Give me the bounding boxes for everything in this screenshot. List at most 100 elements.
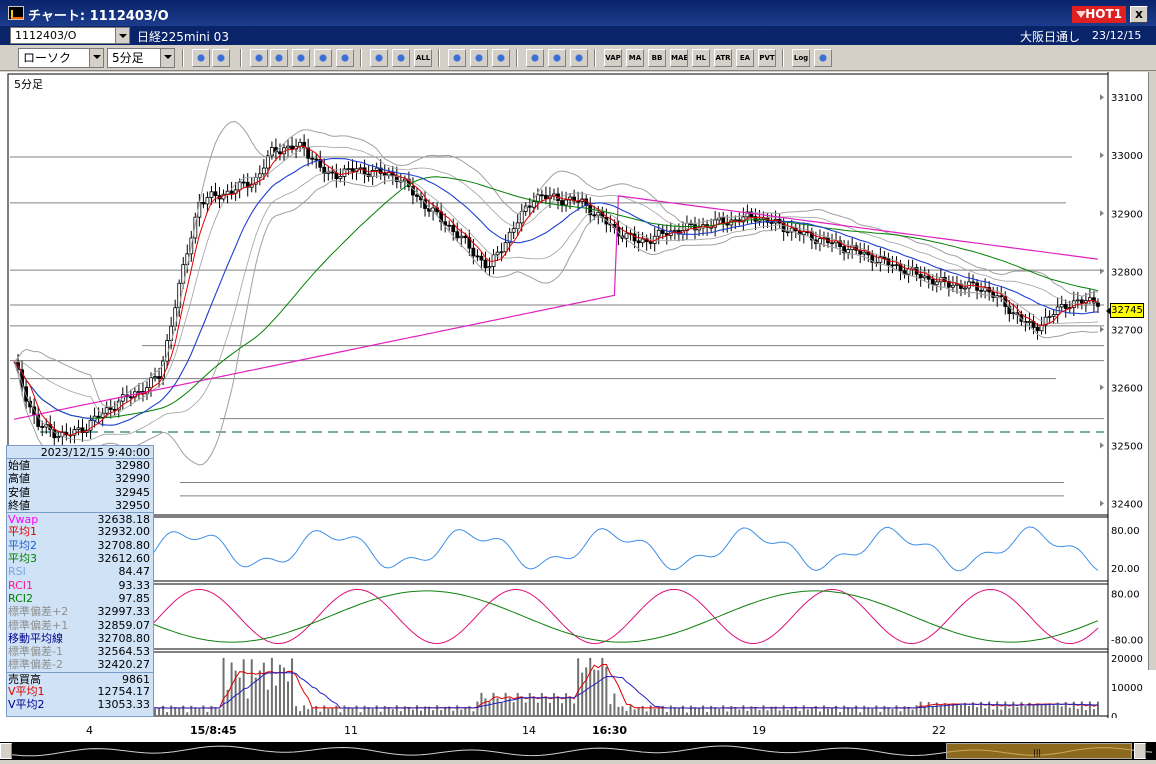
chart-canvas[interactable]: 5分足 33100 33000 32900 32800 32700 32600 32500 32… <box>0 72 1156 760</box>
volume-bar <box>182 705 185 716</box>
all-icon[interactable]: ALL <box>414 49 432 67</box>
candle-body <box>640 238 645 244</box>
volume-bar <box>685 712 688 716</box>
chart-area[interactable]: 5分足 33100 33000 32900 32800 32700 32600 32500 32… <box>0 72 1156 760</box>
wrench-icon[interactable] <box>548 49 566 67</box>
log-icon[interactable]: Log <box>792 49 810 67</box>
candle-body <box>1011 312 1016 315</box>
volume-bar <box>299 711 302 716</box>
volume-bar <box>250 659 253 716</box>
pointer-icon[interactable] <box>470 49 488 67</box>
pvt-icon[interactable]: PVT <box>758 49 776 67</box>
data-row-label: 売買高 <box>8 672 41 686</box>
volume-bar <box>492 692 495 716</box>
volume-bar <box>734 707 737 716</box>
volume-bar <box>395 705 398 716</box>
scroller-thumb[interactable]: ||| <box>946 743 1132 759</box>
data-row-label: Vwap <box>8 513 39 527</box>
magnify-icon[interactable] <box>270 49 288 67</box>
volume-bar <box>319 711 322 716</box>
export-icon[interactable] <box>814 49 832 67</box>
crosshair-icon[interactable] <box>212 49 230 67</box>
overview-scroller[interactable]: ||| <box>0 742 1156 760</box>
volume-bar <box>1060 706 1063 716</box>
hot-button[interactable]: HOT1 <box>1072 6 1126 23</box>
volume-bar <box>202 705 205 716</box>
candle-body <box>1079 299 1084 304</box>
chevron-down-icon[interactable] <box>89 49 103 67</box>
volume-bar <box>488 701 491 716</box>
volume-bar <box>174 708 177 716</box>
scroll-right-button[interactable] <box>1134 743 1146 759</box>
volume-bar <box>375 705 378 716</box>
close-button[interactable]: x <box>1130 6 1148 23</box>
volume-tick-label: 10000 <box>1111 683 1143 694</box>
volume-bar <box>702 705 705 716</box>
candle-body <box>890 264 895 267</box>
volume-bar <box>959 704 962 716</box>
data-row-label: RSI <box>8 565 26 579</box>
volume-bar <box>915 705 918 716</box>
palette-icon[interactable] <box>570 49 588 67</box>
volume-bar <box>557 697 559 716</box>
volume-bar <box>931 706 934 716</box>
drag-icon[interactable] <box>250 49 268 67</box>
symbol-code: 1112403/O <box>15 29 77 42</box>
split-icon[interactable] <box>314 49 332 67</box>
volume-bar <box>738 709 741 716</box>
data-row: 移動平均線 32708.80 <box>7 632 153 645</box>
volume-bar <box>1068 707 1071 716</box>
candle-icon[interactable] <box>370 49 388 67</box>
bb-icon[interactable]: BB <box>648 49 666 67</box>
candle-body <box>451 225 456 233</box>
zoom-icon[interactable] <box>192 49 210 67</box>
volume-bar <box>544 697 547 716</box>
atr-icon[interactable]: ATR <box>714 49 732 67</box>
hl-icon[interactable]: HL <box>692 49 710 67</box>
volume-bar <box>923 707 926 716</box>
data-row-value: 32564.53 <box>97 645 151 659</box>
ea-icon[interactable]: EA <box>736 49 754 67</box>
volume-bar <box>198 708 201 716</box>
mae-icon[interactable]: MAE <box>670 49 688 67</box>
candle-body <box>402 178 407 182</box>
chevron-down-icon[interactable] <box>160 49 174 67</box>
volume-bar <box>613 693 616 716</box>
symbol-select[interactable]: 1112403/O <box>10 27 130 44</box>
volume-bar <box>879 711 882 716</box>
grip-icon: ||| <box>1033 748 1042 757</box>
ma-icon[interactable]: MA <box>626 49 644 67</box>
data-window: 2023/12/15 9:40:00 始値 32980 高値 32990 安値 32945… <box>6 445 154 717</box>
candle-body <box>298 141 303 147</box>
scroll-left-button[interactable] <box>0 743 12 759</box>
period-select[interactable]: 5分足 <box>107 48 175 68</box>
candle2-icon[interactable] <box>392 49 410 67</box>
volume-bar <box>1044 704 1047 716</box>
vap-icon[interactable]: VAP <box>604 49 622 67</box>
candle-body <box>471 247 476 257</box>
vertical-scrollbar[interactable] <box>1148 72 1156 670</box>
volume-bar <box>895 705 898 716</box>
volume-bar <box>996 701 999 716</box>
data-row: 高値 32990 <box>7 472 153 485</box>
chart-icon[interactable] <box>292 49 310 67</box>
volume-bar <box>222 657 225 716</box>
data-row-value: 84.47 <box>118 565 151 579</box>
candle-body <box>955 283 959 286</box>
candle-body <box>725 223 730 226</box>
pen-icon[interactable] <box>448 49 466 67</box>
volume-bar <box>331 707 334 716</box>
candle-body <box>153 376 157 379</box>
info-icon[interactable] <box>336 49 354 67</box>
volume-bar <box>1076 708 1079 716</box>
chevron-down-icon[interactable] <box>115 28 129 43</box>
volume-bar <box>839 712 842 716</box>
gear-icon[interactable] <box>526 49 544 67</box>
volume-bar <box>335 705 338 716</box>
volume-bar <box>891 709 894 716</box>
chart-type-select[interactable]: ローソク <box>18 48 104 68</box>
volume-bar <box>1040 704 1043 716</box>
data-row-value: 32990 <box>115 472 150 486</box>
volume-bar <box>758 709 761 716</box>
redo-icon[interactable] <box>492 49 510 67</box>
